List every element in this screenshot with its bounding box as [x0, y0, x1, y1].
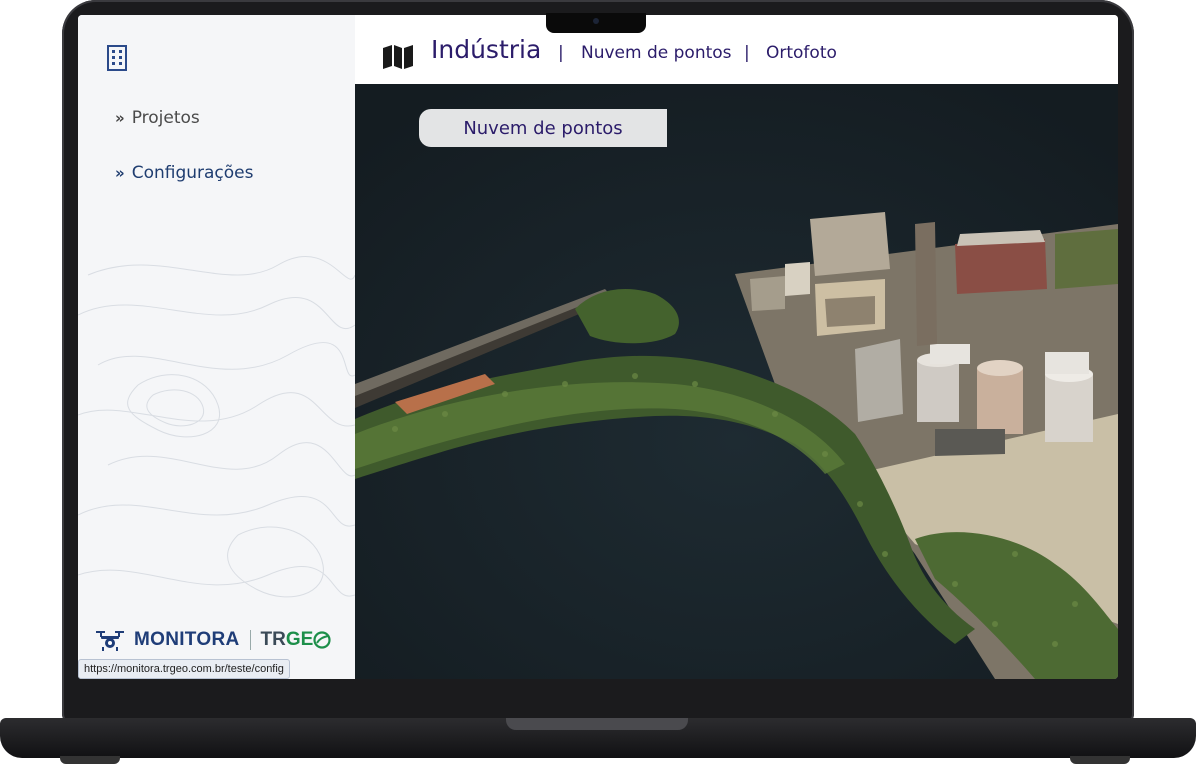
nav-link-nuvem-de-pontos[interactable]: Nuvem de pontos: [581, 43, 732, 63]
breadcrumb-separator: |: [558, 43, 564, 63]
point-cloud-viewer[interactable]: Nuvem de pontos: [355, 84, 1118, 679]
point-cloud-render[interactable]: [355, 84, 1118, 679]
laptop-foot-right: [1070, 756, 1130, 764]
nav-link-ortofoto[interactable]: Ortofoto: [766, 43, 837, 63]
chevron-right-double-icon: »: [115, 164, 125, 182]
screen: » Projetos » Configurações MONITORA TR G…: [78, 15, 1118, 679]
status-url-tooltip: https://monitora.trgeo.com.br/teste/conf…: [78, 659, 290, 679]
logo-divider: [249, 630, 251, 650]
page-header: Indústria | Nuvem de pontos | Ortofoto: [355, 15, 1118, 84]
drone-icon: [96, 631, 124, 651]
sidebar-item-configuracoes[interactable]: » Configurações: [115, 163, 254, 183]
trgeo-leaf-icon: [313, 631, 331, 649]
laptop-base-notch: [506, 718, 688, 730]
building-icon[interactable]: [106, 45, 128, 71]
footer-logos: MONITORA TR GE: [96, 629, 331, 651]
sidebar-item-projetos[interactable]: » Projetos: [115, 108, 200, 128]
laptop-foot-left: [60, 756, 120, 764]
sidebar-item-label: Projetos: [131, 108, 200, 128]
trgeo-logo-suffix: GE: [285, 629, 314, 650]
map-icon: [383, 45, 413, 69]
sidebar: » Projetos » Configurações MONITORA TR G…: [78, 15, 355, 679]
page-title: Indústria: [431, 35, 542, 64]
trgeo-logo: TR GE: [261, 629, 332, 651]
sidebar-item-label: Configurações: [131, 163, 254, 183]
camera-notch: [546, 13, 646, 33]
monitora-logo: MONITORA: [134, 629, 240, 650]
breadcrumb-separator: |: [744, 43, 750, 63]
chevron-right-double-icon: »: [115, 109, 125, 127]
trgeo-logo-prefix: TR: [260, 629, 286, 650]
topographic-background: [78, 256, 355, 598]
viewer-tab-nuvem-de-pontos[interactable]: Nuvem de pontos: [419, 109, 667, 147]
